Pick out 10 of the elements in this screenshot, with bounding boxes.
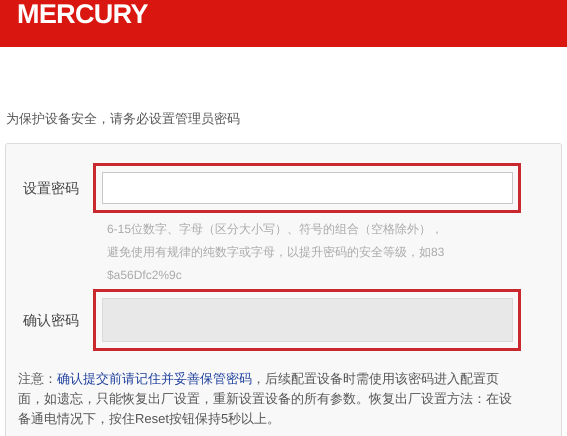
hint-text: 6-15位数字、字母（区分大小写）、符号的组合（空格除外）， [107,221,444,238]
note-text: 注意：确认提交前请记住并妥善保管密码，后续配置设备时需使用该密码进入配置页面，如遗忘，只能恢复出厂设置，重新设置设备的所有参数。恢复出厂设置方法：在设备通电情况下，按住Reset按钮保持5秒以上。 [17,370,513,428]
instruction-text: 为保护设备安全，请务必设置管理员密码 [6,111,240,126]
hint-text: 避免使用有规律的纯数字或字母，以提升密码的安全等级，如83 [107,244,446,261]
field-label: 确认密码 [22,310,80,330]
note-link[interactable]: 确认提交前请记住并妥善保管密码 [57,371,252,386]
logo: MERCURY [17,1,148,28]
password-field[interactable] [102,172,513,204]
field-label: 设置密码 [22,178,80,198]
hint-text: $a56Dfc2%9c [107,267,183,284]
